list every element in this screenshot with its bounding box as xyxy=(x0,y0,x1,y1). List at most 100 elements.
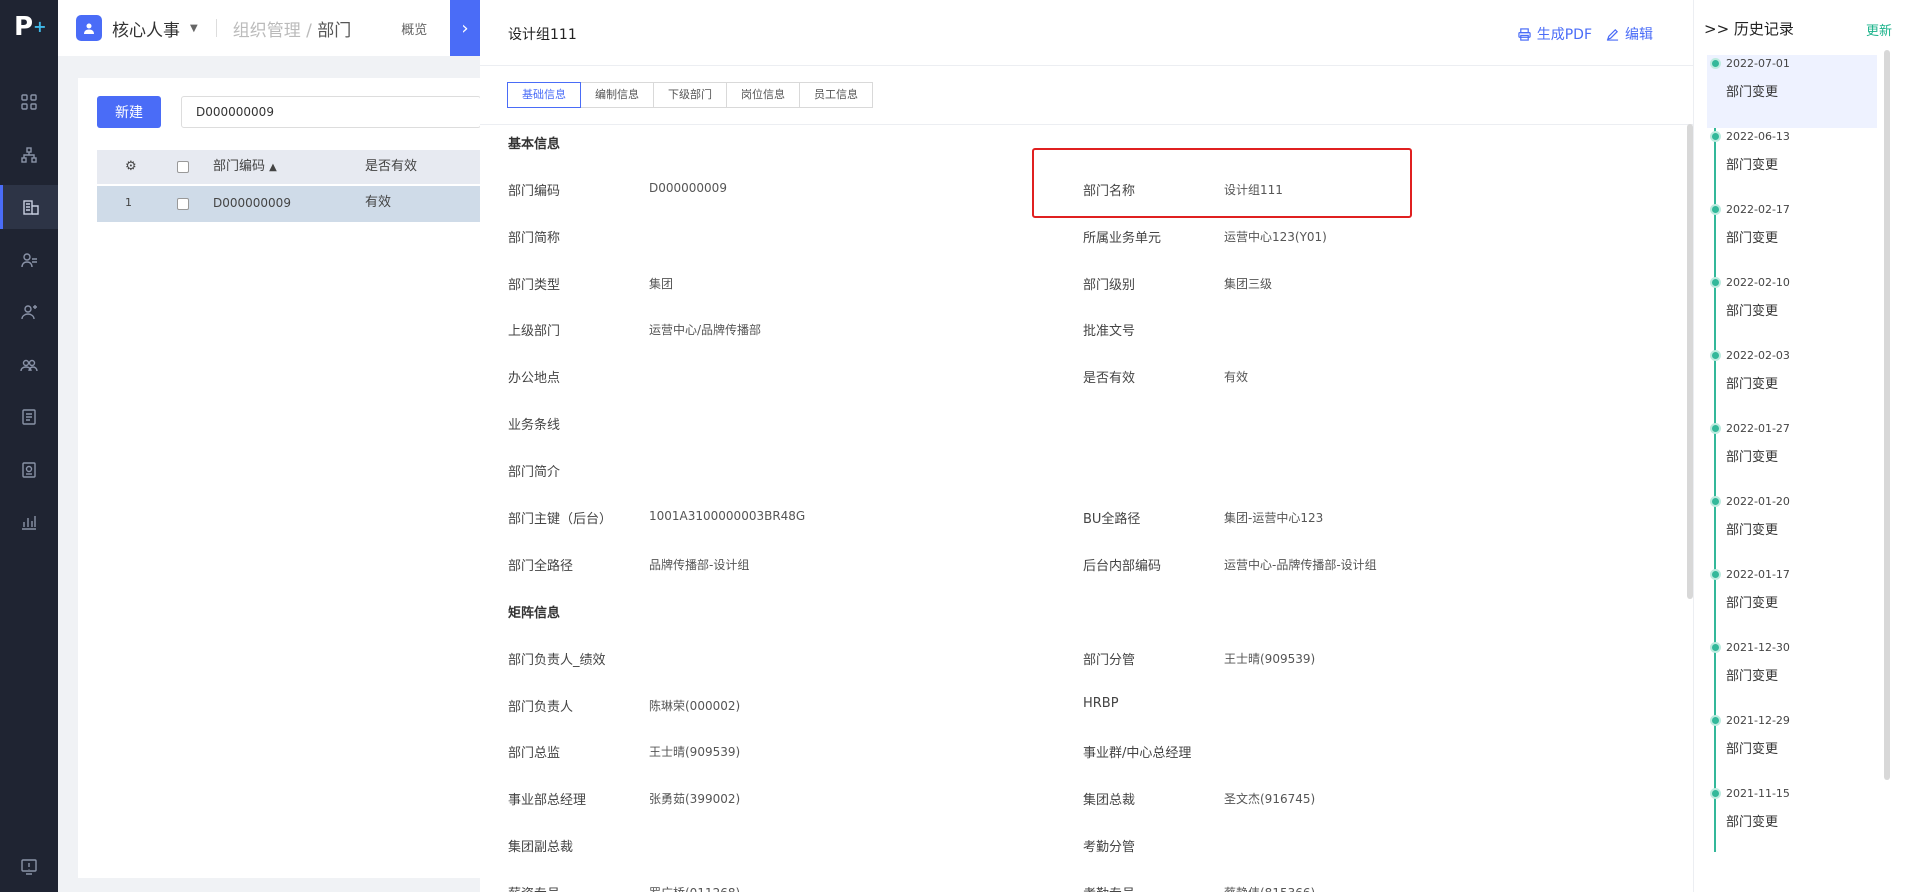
field-value: D000000009 xyxy=(649,181,727,195)
field-label: 业务条线 xyxy=(508,418,561,433)
tab-employee-info[interactable]: 员工信息 xyxy=(799,82,873,108)
timeline-dot-icon xyxy=(1710,350,1721,361)
field-label: 事业群/中心总经理 xyxy=(1083,746,1192,761)
apps-icon[interactable] xyxy=(0,80,58,124)
history-date: 2021-11-15 xyxy=(1726,787,1790,800)
table-row[interactable]: 1 D000000009 有效 xyxy=(97,186,480,222)
history-item[interactable]: 2022-07-01 部门变更 xyxy=(1707,55,1877,128)
field-label: 部门全路径 xyxy=(508,559,574,574)
history-item[interactable]: 2022-06-13 部门变更 xyxy=(1707,128,1877,201)
generate-pdf-button[interactable]: 生成PDF xyxy=(1518,24,1592,44)
history-date: 2022-06-13 xyxy=(1726,130,1790,143)
history-item[interactable]: 2022-02-17 部门变更 xyxy=(1707,201,1877,274)
history-desc: 部门变更 xyxy=(1726,231,1779,246)
field-label: HRBP xyxy=(1083,696,1119,711)
timeline-dot-icon xyxy=(1710,58,1721,69)
table-header: ⚙ 部门编码 ▲ 是否有效 xyxy=(97,150,480,184)
report-icon[interactable] xyxy=(0,448,58,492)
history-date: 2021-12-29 xyxy=(1726,714,1790,727)
field-value: 运营中心123(Y01) xyxy=(1224,230,1327,244)
history-title: >> 历史记录 xyxy=(1704,20,1794,38)
document-icon[interactable] xyxy=(0,395,58,439)
history-scrollbar[interactable] xyxy=(1884,50,1890,780)
column-header-valid[interactable]: 是否有效 xyxy=(365,150,417,184)
history-desc: 部门变更 xyxy=(1726,742,1779,757)
history-date: 2022-01-17 xyxy=(1726,568,1790,581)
select-all-checkbox[interactable] xyxy=(177,161,189,173)
new-button[interactable]: 新建 xyxy=(97,96,161,128)
feedback-icon[interactable] xyxy=(0,845,58,889)
team-icon[interactable] xyxy=(0,343,58,387)
search-input[interactable]: D000000009 xyxy=(181,96,481,128)
breadcrumb-separator: / xyxy=(300,20,318,41)
org-tree-icon[interactable] xyxy=(0,133,58,177)
edit-button[interactable]: 编辑 xyxy=(1606,24,1653,44)
history-item[interactable]: 2022-02-03 部门变更 xyxy=(1707,347,1877,420)
printer-icon xyxy=(1518,27,1531,41)
history-date: 2022-02-03 xyxy=(1726,349,1790,362)
history-desc: 部门变更 xyxy=(1726,815,1779,830)
row-checkbox[interactable] xyxy=(177,198,189,210)
history-item[interactable]: 2022-01-27 部门变更 xyxy=(1707,420,1877,493)
main-sidebar: P+ xyxy=(0,0,58,892)
field-label: 部门级别 xyxy=(1083,278,1136,293)
field-label: 部门负责人 xyxy=(508,700,574,715)
pencil-icon xyxy=(1606,28,1619,41)
history-desc: 部门变更 xyxy=(1726,450,1779,465)
tab-sub-departments[interactable]: 下级部门 xyxy=(653,82,727,108)
app-header: 核心人事 ▼ 组织管理 / 部门 概览 xyxy=(58,0,478,56)
field-value: 集团-运营中心123 xyxy=(1224,511,1324,525)
settings-gear-icon[interactable]: ⚙ xyxy=(125,150,137,184)
field-value: 圣文杰(916745) xyxy=(1224,792,1316,806)
history-item[interactable]: 2021-12-30 部门变更 xyxy=(1707,639,1877,712)
history-item[interactable]: 2022-02-10 部门变更 xyxy=(1707,274,1877,347)
history-item[interactable]: 2021-12-29 部门变更 xyxy=(1707,712,1877,785)
tab-staffing-info[interactable]: 编制信息 xyxy=(580,82,654,108)
field-label: BU全路径 xyxy=(1083,512,1141,527)
header-divider xyxy=(480,65,1693,66)
generate-pdf-label: 生成PDF xyxy=(1536,27,1592,43)
row-index: 1 xyxy=(125,196,132,209)
field-label: 部门简称 xyxy=(508,231,561,246)
history-date: 2022-02-10 xyxy=(1726,276,1790,289)
timeline-dot-icon xyxy=(1710,131,1721,142)
timeline-dot-icon xyxy=(1710,788,1721,799)
refresh-link[interactable]: 更新 xyxy=(1866,20,1892,39)
history-item[interactable]: 2022-01-20 部门变更 xyxy=(1707,493,1877,566)
field-label: 集团总裁 xyxy=(1083,793,1136,808)
app-logo-icon xyxy=(76,15,102,41)
history-desc: 部门变更 xyxy=(1726,377,1779,392)
caret-down-icon[interactable]: ▼ xyxy=(190,23,198,34)
tab-position-info[interactable]: 岗位信息 xyxy=(726,82,800,108)
history-item[interactable]: 2022-01-17 部门变更 xyxy=(1707,566,1877,639)
department-detail-drawer: 设计组111 生成PDF 编辑 基础信息 编制信息 下级部门 岗位信息 员工信息… xyxy=(480,0,1693,892)
sort-asc-icon[interactable]: ▲ xyxy=(269,162,277,173)
breadcrumb-section[interactable]: 组织管理 xyxy=(233,21,301,41)
history-desc: 部门变更 xyxy=(1726,304,1779,319)
field-value: 运营中心-品牌传播部-设计组 xyxy=(1224,558,1377,572)
department-icon[interactable] xyxy=(0,185,58,229)
timeline-dot-icon xyxy=(1710,204,1721,215)
field-label: 上级部门 xyxy=(508,324,561,339)
chart-icon[interactable] xyxy=(0,500,58,544)
app-name[interactable]: 核心人事 xyxy=(112,16,180,41)
tab-overview[interactable]: 概览 xyxy=(401,19,427,38)
row-code: D000000009 xyxy=(213,196,291,210)
field-label: 薪资专员 xyxy=(508,883,560,892)
add-user-icon[interactable] xyxy=(0,290,58,334)
field-label: 部门主键（后台） xyxy=(508,512,613,527)
field-value: 王士晴(909539) xyxy=(1224,652,1316,666)
column-header-code[interactable]: 部门编码 ▲ xyxy=(213,150,277,185)
history-date: 2022-01-20 xyxy=(1726,495,1790,508)
history-item[interactable]: 2021-11-15 部门变更 xyxy=(1707,785,1877,858)
employee-icon[interactable] xyxy=(0,238,58,282)
tab-basic-info[interactable]: 基础信息 xyxy=(507,82,581,108)
timeline-dot-icon xyxy=(1710,496,1721,507)
field-value: 1001A3100000003BR48G xyxy=(649,509,806,523)
history-panel: >> 历史记录 更新 2022-07-01 部门变更 2022-06-13 部门… xyxy=(1693,0,1920,892)
field-label: 集团副总裁 xyxy=(508,840,574,855)
section-title-basic: 基本信息 xyxy=(508,137,561,152)
collapse-drawer-button[interactable]: › xyxy=(450,0,480,56)
field-value: 张勇茹(399002) xyxy=(649,792,741,806)
header-divider xyxy=(215,19,217,37)
